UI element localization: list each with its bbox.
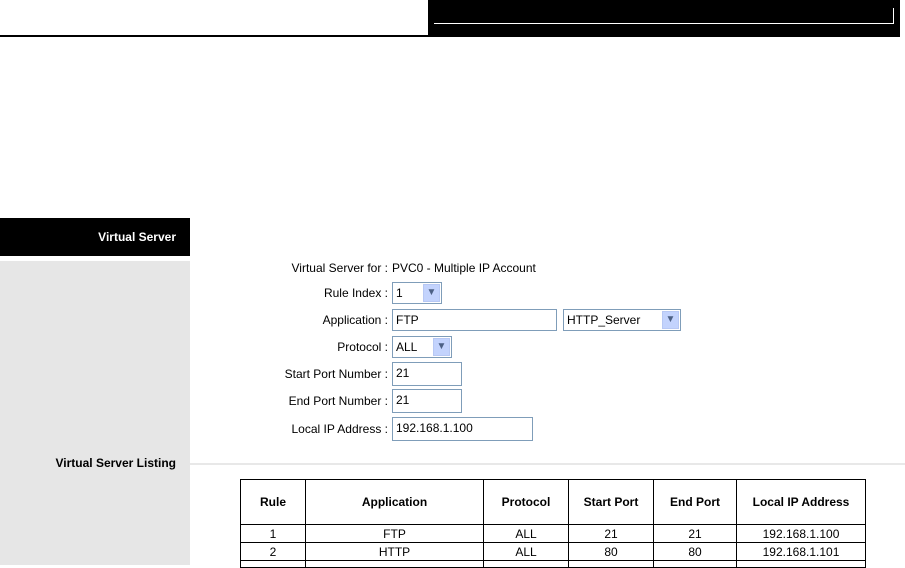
row-local-ip: Local IP Address : 192.168.1.100	[190, 416, 533, 442]
virtual-server-listing-table: Rule Application Protocol Start Port End…	[240, 479, 866, 568]
column-header-application: Application	[305, 479, 484, 525]
cell-rule: 2	[240, 542, 306, 561]
cell-rule: 1	[240, 524, 306, 543]
sidebar-label-virtual-server-listing: Virtual Server Listing	[55, 456, 177, 470]
application-label: Application :	[322, 313, 388, 327]
start-port-input[interactable]: 21	[392, 362, 462, 386]
cell-empty	[240, 560, 306, 568]
cell-start-port: 80	[568, 542, 654, 561]
end-port-input[interactable]: 21	[392, 389, 462, 413]
cell-empty	[653, 560, 737, 568]
local-ip-label: Local IP Address :	[291, 422, 388, 436]
cell-empty	[736, 560, 866, 568]
cell-protocol: ALL	[483, 524, 569, 543]
row-end-port: End Port Number : 21	[190, 388, 462, 414]
start-port-label: Start Port Number :	[284, 367, 388, 381]
row-rule-index: Rule Index : 1 ▼	[190, 280, 442, 306]
protocol-selected-value: ALL	[396, 340, 418, 354]
row-protocol: Protocol : ALL ▼	[190, 334, 452, 360]
sidebar-header-virtual-server: Virtual Server	[0, 218, 190, 256]
row-application: Application : FTP HTTP_Server ▼	[190, 307, 681, 333]
top-header-inner-line	[434, 23, 894, 24]
top-header-inner-tick	[893, 8, 894, 24]
table-row	[240, 560, 866, 568]
cell-local-ip-address: 192.168.1.100	[736, 524, 866, 543]
cell-end-port: 21	[653, 524, 737, 543]
protocol-select[interactable]: ALL ▼	[392, 336, 452, 358]
cell-empty	[568, 560, 654, 568]
sidebar-header-gap	[0, 256, 190, 261]
column-header-local-ip-address: Local IP Address	[736, 479, 866, 525]
cell-end-port: 80	[653, 542, 737, 561]
cell-application: FTP	[305, 524, 484, 543]
chevron-down-icon[interactable]: ▼	[433, 338, 450, 356]
sidebar: Virtual Server Virtual Server Listing	[0, 218, 190, 565]
application-preset-select[interactable]: HTTP_Server ▼	[563, 309, 681, 331]
row-start-port: Start Port Number : 21	[190, 361, 462, 387]
section-separator	[190, 463, 905, 465]
cell-application: HTTP	[305, 542, 484, 561]
cell-empty	[305, 560, 484, 568]
column-header-start-port: Start Port	[568, 479, 654, 525]
rule-index-label: Rule Index :	[323, 286, 388, 300]
virtual-server-for-value: PVC0 - Multiple IP Account	[392, 261, 536, 275]
cell-local-ip-address: 192.168.1.101	[736, 542, 866, 561]
top-divider-line	[0, 35, 428, 37]
local-ip-input[interactable]: 192.168.1.100	[392, 417, 533, 441]
table-row: 1 FTP ALL 21 21 192.168.1.100	[240, 524, 866, 543]
cell-empty	[483, 560, 569, 568]
table-header-row: Rule Application Protocol Start Port End…	[240, 479, 866, 525]
protocol-label: Protocol :	[337, 340, 388, 354]
chevron-down-icon[interactable]: ▼	[423, 284, 440, 302]
top-header-bar	[428, 0, 900, 37]
cell-protocol: ALL	[483, 542, 569, 561]
chevron-down-icon[interactable]: ▼	[662, 311, 679, 329]
virtual-server-for-label: Virtual Server for :	[291, 261, 388, 275]
column-header-protocol: Protocol	[483, 479, 569, 525]
application-input[interactable]: FTP	[392, 309, 557, 331]
column-header-end-port: End Port	[653, 479, 737, 525]
end-port-label: End Port Number :	[288, 394, 388, 408]
rule-index-selected-value: 1	[396, 286, 403, 300]
rule-index-select[interactable]: 1 ▼	[392, 282, 442, 304]
cell-start-port: 21	[568, 524, 654, 543]
application-preset-value: HTTP_Server	[567, 313, 641, 327]
column-header-rule: Rule	[240, 479, 306, 525]
table-row: 2 HTTP ALL 80 80 192.168.1.101	[240, 542, 866, 561]
row-virtual-server-for: Virtual Server for : PVC0 - Multiple IP …	[190, 255, 536, 281]
